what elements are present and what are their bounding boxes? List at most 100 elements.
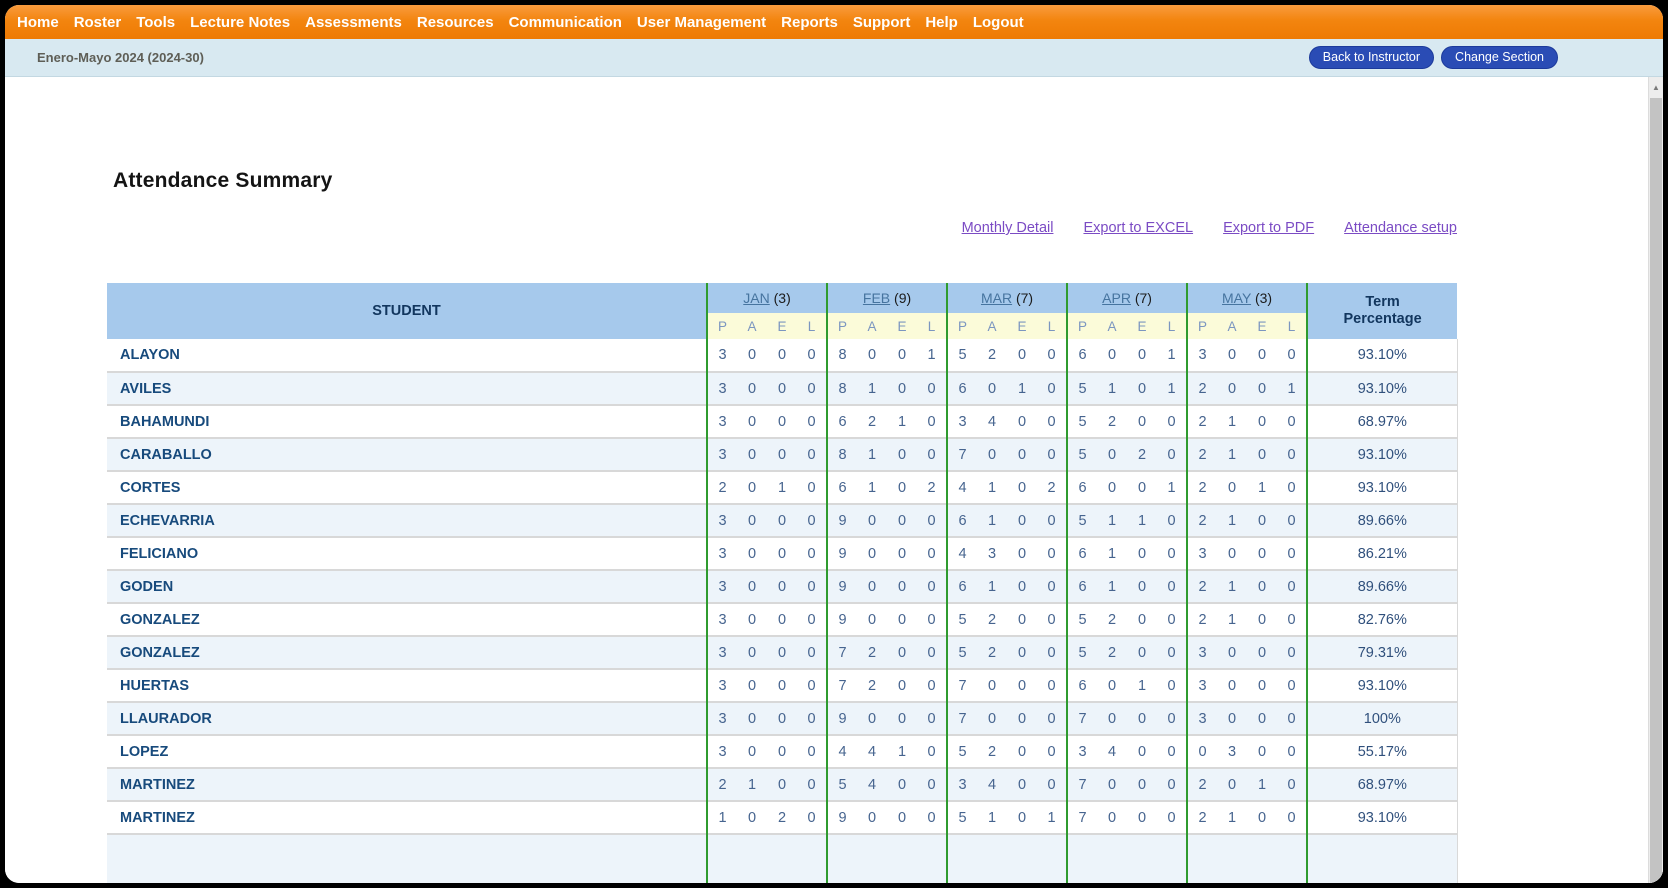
subcol-feb-e: E — [887, 313, 917, 339]
attendance-count: 9 — [827, 603, 857, 636]
month-header-feb: FEB (9) — [827, 283, 947, 313]
attendance-count: 8 — [827, 438, 857, 471]
attendance-count: 3 — [707, 339, 737, 372]
attendance-count: 0 — [1277, 801, 1307, 834]
scrollbar-up-arrow-icon[interactable]: ▲ — [1649, 77, 1663, 97]
nav-item-resources[interactable]: Resources — [417, 14, 494, 31]
attendance-count: 0 — [797, 702, 827, 735]
attendance-count: 0 — [1157, 537, 1187, 570]
attendance-count: 0 — [1007, 702, 1037, 735]
student-name: GONZALEZ — [107, 636, 707, 669]
attendance-count: 5 — [827, 768, 857, 801]
subcol-mar-l: L — [1037, 313, 1067, 339]
attendance-count: 0 — [1007, 768, 1037, 801]
attendance-count: 1 — [1157, 372, 1187, 405]
attendance-count: 0 — [1157, 405, 1187, 438]
attendance-count: 0 — [737, 603, 767, 636]
attendance-count: 0 — [1037, 504, 1067, 537]
attendance-count: 0 — [1277, 735, 1307, 768]
attendance-count: 5 — [947, 603, 977, 636]
link-attendance-setup[interactable]: Attendance setup — [1344, 220, 1457, 236]
attendance-count — [1187, 834, 1217, 883]
attendance-count: 2 — [977, 735, 1007, 768]
page-title: Attendance Summary — [113, 169, 1663, 193]
month-link-jan[interactable]: JAN — [743, 290, 769, 306]
attendance-count: 0 — [1127, 702, 1157, 735]
attendance-count: 0 — [1217, 768, 1247, 801]
attendance-count: 3 — [1187, 636, 1217, 669]
attendance-count: 0 — [737, 405, 767, 438]
scrollbar-thumb[interactable] — [1650, 98, 1662, 883]
attendance-count — [1277, 834, 1307, 883]
attendance-count: 0 — [1097, 801, 1127, 834]
nav-item-support[interactable]: Support — [853, 14, 911, 31]
nav-item-tools[interactable]: Tools — [136, 14, 175, 31]
attendance-count: 0 — [1277, 504, 1307, 537]
attendance-count: 0 — [917, 438, 947, 471]
attendance-count: 2 — [1187, 504, 1217, 537]
attendance-count: 1 — [1217, 438, 1247, 471]
nav-item-home[interactable]: Home — [17, 14, 59, 31]
term-header-line2: Percentage — [1308, 311, 1457, 328]
link-export-to-pdf[interactable]: Export to PDF — [1223, 220, 1314, 236]
back-to-instructor-button[interactable]: Back to Instructor — [1309, 46, 1434, 69]
subcol-feb-p: P — [827, 313, 857, 339]
attendance-count: 3 — [707, 636, 737, 669]
student-name: GONZALEZ — [107, 603, 707, 636]
nav-item-logout[interactable]: Logout — [973, 14, 1024, 31]
attendance-count: 0 — [1247, 702, 1277, 735]
link-monthly-detail[interactable]: Monthly Detail — [962, 220, 1054, 236]
month-session-count: (3) — [1255, 290, 1272, 306]
nav-item-roster[interactable]: Roster — [74, 14, 122, 31]
month-link-may[interactable]: MAY — [1222, 290, 1251, 306]
subcol-feb-a: A — [857, 313, 887, 339]
attendance-count: 1 — [1247, 768, 1277, 801]
attendance-count: 0 — [1037, 768, 1067, 801]
vertical-scrollbar[interactable]: ▲ — [1648, 77, 1663, 883]
attendance-count: 2 — [767, 801, 797, 834]
month-link-apr[interactable]: APR — [1102, 290, 1131, 306]
attendance-count: 1 — [857, 438, 887, 471]
attendance-count: 0 — [737, 504, 767, 537]
attendance-count: 0 — [977, 372, 1007, 405]
link-export-to-excel[interactable]: Export to EXCEL — [1083, 220, 1193, 236]
attendance-count: 3 — [947, 405, 977, 438]
attendance-count — [887, 834, 917, 883]
nav-item-help[interactable]: Help — [925, 14, 958, 31]
nav-item-communication[interactable]: Communication — [509, 14, 622, 31]
attendance-count: 0 — [857, 702, 887, 735]
attendance-count — [1007, 834, 1037, 883]
attendance-count: 9 — [827, 801, 857, 834]
nav-item-lecture-notes[interactable]: Lecture Notes — [190, 14, 290, 31]
month-link-feb[interactable]: FEB — [863, 290, 890, 306]
nav-item-reports[interactable]: Reports — [781, 14, 838, 31]
attendance-count: 0 — [1127, 636, 1157, 669]
attendance-count: 0 — [1097, 339, 1127, 372]
attendance-count: 0 — [887, 372, 917, 405]
attendance-count: 0 — [1127, 735, 1157, 768]
attendance-count: 0 — [1157, 735, 1187, 768]
attendance-count: 4 — [1097, 735, 1127, 768]
attendance-count: 0 — [917, 570, 947, 603]
attendance-count: 0 — [1097, 438, 1127, 471]
attendance-count — [857, 834, 887, 883]
change-section-button[interactable]: Change Section — [1441, 46, 1558, 69]
attendance-count: 0 — [977, 669, 1007, 702]
month-link-mar[interactable]: MAR — [981, 290, 1012, 306]
attendance-count: 7 — [1067, 801, 1097, 834]
attendance-count: 0 — [1247, 636, 1277, 669]
attendance-count: 3 — [1187, 537, 1217, 570]
attendance-count — [1217, 834, 1247, 883]
attendance-count — [767, 834, 797, 883]
student-name: GODEN — [107, 570, 707, 603]
attendance-count: 0 — [1037, 735, 1067, 768]
attendance-count — [797, 834, 827, 883]
attendance-count: 0 — [1007, 339, 1037, 372]
attendance-count: 6 — [1067, 570, 1097, 603]
attendance-count — [707, 834, 737, 883]
student-row: ECHEVARRIA3000900061005110210089.66% — [107, 504, 1457, 537]
attendance-count: 0 — [1007, 405, 1037, 438]
nav-item-assessments[interactable]: Assessments — [305, 14, 402, 31]
nav-item-user-management[interactable]: User Management — [637, 14, 766, 31]
attendance-count: 0 — [767, 537, 797, 570]
